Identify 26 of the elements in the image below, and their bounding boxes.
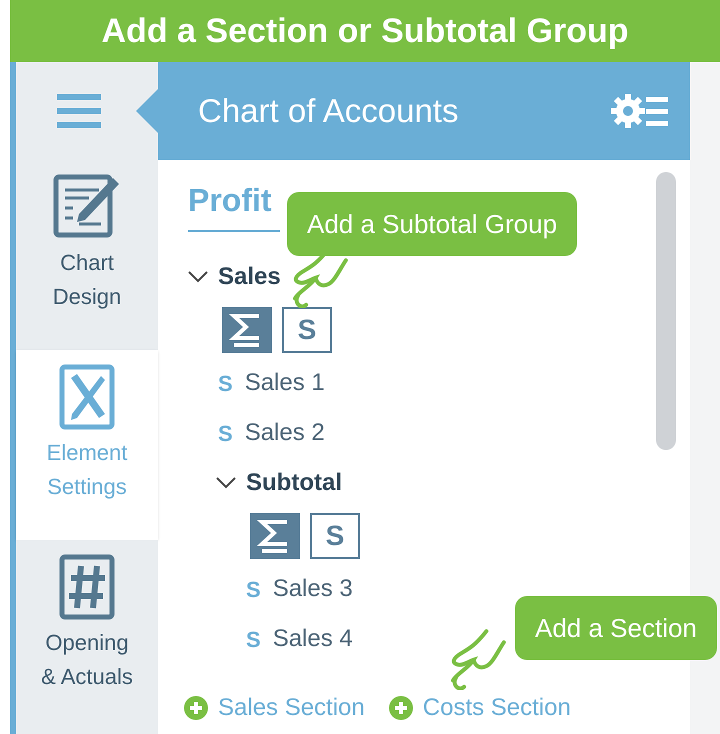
add-icon (388, 696, 413, 720)
account-label[interactable]: Sales 3 (272, 571, 353, 607)
sigma-button[interactable] (250, 513, 300, 559)
settings-icon[interactable] (610, 93, 670, 129)
panel-title: Chart of Accounts (198, 91, 458, 132)
callout-tooltip: Add a Subtotal Group (287, 192, 578, 256)
chevron-down-icon[interactable] (216, 477, 236, 489)
banner-title: Add a Section or Subtotal Group (102, 10, 628, 52)
group-label[interactable]: Sales (218, 259, 281, 295)
account-marker: S (246, 626, 261, 654)
sigma-button[interactable] (222, 307, 272, 353)
account-label[interactable]: Sales 4 (272, 621, 353, 657)
account-label[interactable]: Sales 1 (244, 365, 325, 401)
account-label[interactable]: Sales 2 (244, 415, 325, 451)
form-edit-icon (53, 174, 121, 240)
section-button[interactable]: S (310, 513, 360, 559)
chevron-down-icon[interactable] (188, 271, 208, 283)
add-icon (184, 696, 208, 720)
account-marker: S (246, 576, 261, 604)
hash-icon (59, 554, 115, 620)
account-marker: S (218, 370, 233, 398)
group-label[interactable]: Subtotal (246, 465, 342, 501)
account-marker: S (218, 420, 233, 448)
callout-tooltip: Add a Section (515, 596, 717, 660)
section-button[interactable]: S (282, 307, 332, 353)
scrollbar[interactable] (656, 172, 676, 450)
